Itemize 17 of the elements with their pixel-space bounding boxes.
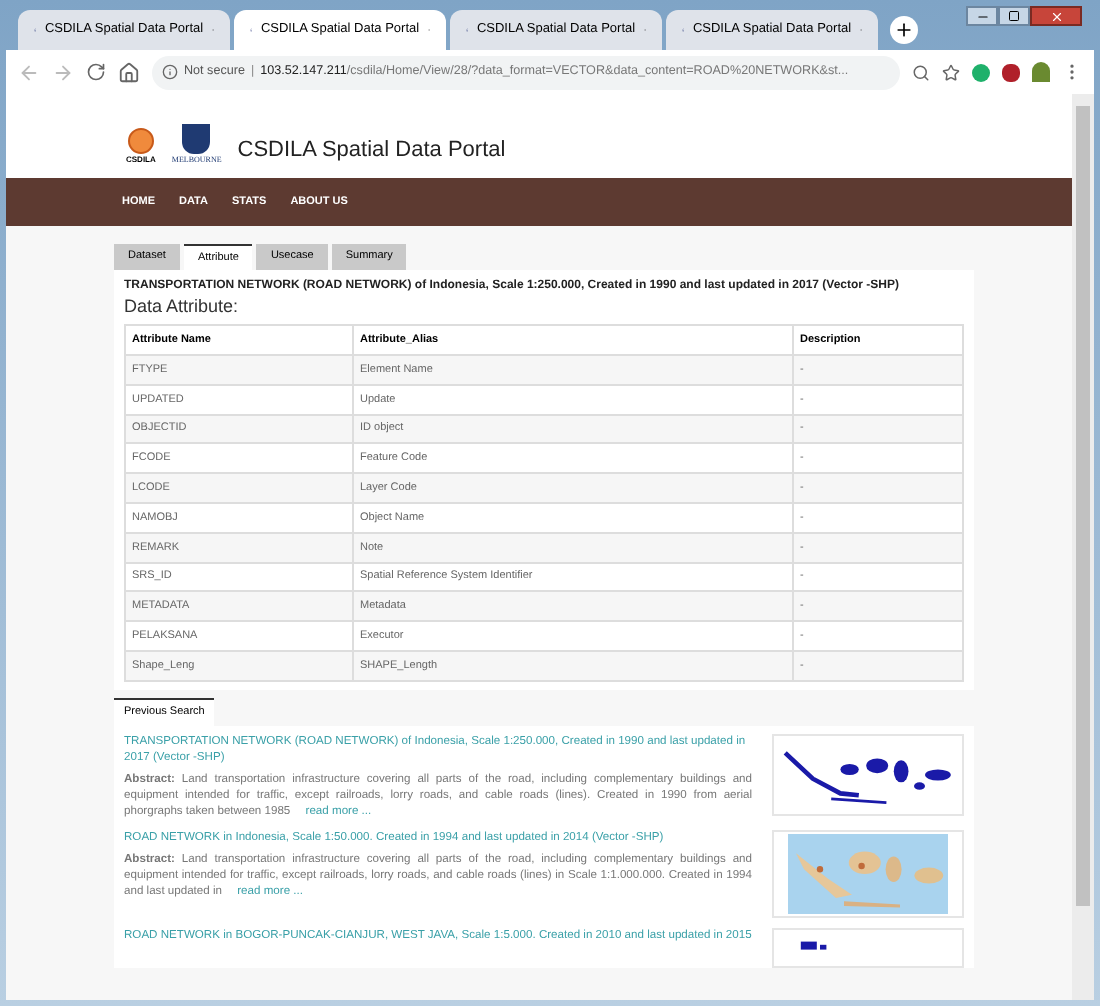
section-heading: Data Attribute:: [124, 296, 241, 318]
logo-icon: [127, 128, 154, 154]
scrollbar[interactable]: [1072, 94, 1094, 1000]
home-icon[interactable]: [118, 61, 140, 83]
search-icon[interactable]: [912, 63, 930, 81]
new-tab-button[interactable]: [890, 16, 918, 44]
close-window-button[interactable]: [1030, 6, 1082, 26]
info-icon: [162, 64, 178, 80]
profile-icon[interactable]: [1032, 62, 1050, 82]
minimize-button[interactable]: [966, 6, 998, 26]
star-icon[interactable]: [942, 63, 960, 81]
reload-icon[interactable]: [86, 62, 106, 82]
site-title: CSDILA Spatial Data Portal: [237, 135, 506, 165]
plus-icon: [894, 20, 914, 40]
crest-icon: [182, 124, 211, 154]
maximize-icon: [1008, 10, 1020, 22]
maximize-button[interactable]: [998, 6, 1030, 26]
